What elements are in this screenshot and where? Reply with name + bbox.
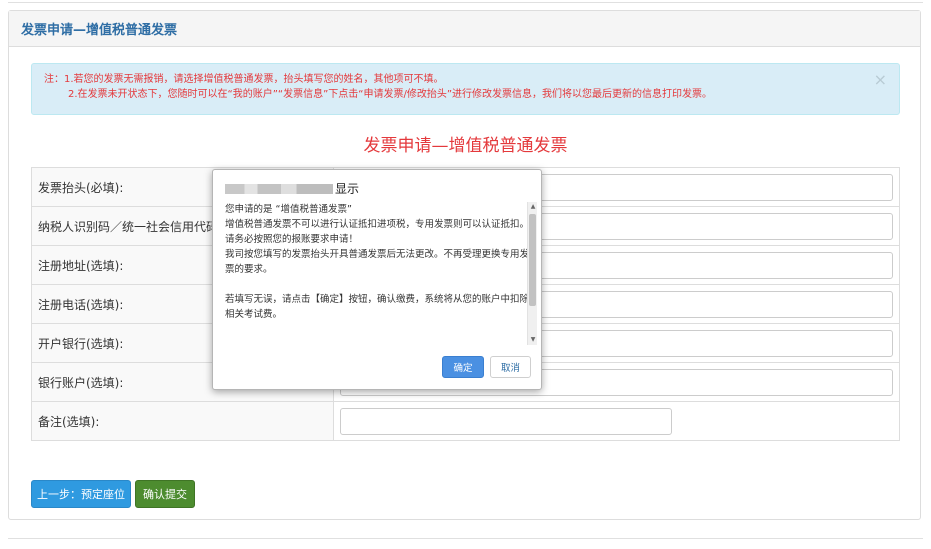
dialog-ok-button[interactable]: 确定 (442, 356, 484, 378)
bottom-divider (8, 538, 923, 539)
dialog-line: 若填写无误，请点击【确定】按钮，确认缴费，系统将从您的账户中扣除相关考试费。 (225, 294, 529, 320)
form-title: 发票申请—增值税普通发票 (363, 136, 568, 156)
scroll-up-arrow-icon[interactable]: ▲ (528, 202, 538, 212)
dialog-line: 增值税普通发票不可以进行认证抵扣进项税，专用发票则可以认证抵扣。 (225, 219, 529, 230)
dialog-cancel-button[interactable]: 取消 (490, 356, 531, 378)
dialog-header: 显示 (225, 180, 359, 197)
blurred-site-origin (225, 183, 333, 194)
close-icon[interactable]: × (874, 72, 887, 88)
field-label: 备注(选填): (31, 401, 334, 441)
panel-title: 发票申请—增值税普通发票 (21, 23, 178, 38)
prev-step-button[interactable]: 上一步：预定座位 (31, 480, 131, 508)
dialog-line-gap (225, 277, 529, 292)
panel-heading: 发票申请—增值税普通发票 (9, 11, 920, 47)
dialog-line: 我司按您填写的发票抬头开具普通发票后无法更改。不再受理更换专用发票的要求。 (225, 249, 529, 275)
dialog-scrollbar[interactable]: ▲ ▼ (527, 202, 537, 345)
notice-alert: 注：1.若您的发票无需报销，请选择增值税普通发票，抬头填写您的姓名，其他项可不填… (31, 63, 900, 115)
dialog-line: 您申请的是 “增值税普通发票” (225, 204, 352, 215)
dialog-message: 您申请的是 “增值税普通发票” 增值税普通发票不可以进行认证抵扣进项税，专用发票… (225, 202, 529, 346)
notice-line-2: 2.在发票未开状态下，您随时可以在“我的账户”“发票信息”下点击“申请发票/修改… (68, 89, 712, 100)
scroll-thumb[interactable] (529, 214, 536, 306)
remark-input[interactable] (340, 407, 672, 435)
top-divider (8, 0, 923, 3)
confirm-dialog: 显示 您申请的是 “增值税普通发票” 增值税普通发票不可以进行认证抵扣进项税，专… (212, 169, 542, 390)
dialog-header-text: 显示 (335, 182, 360, 196)
scroll-down-arrow-icon[interactable]: ▼ (528, 335, 538, 345)
dialog-line: 请务必按照您的报账要求申请！ (225, 234, 359, 245)
notice-line-1: 注：1.若您的发票无需报销，请选择增值税普通发票，抬头填写您的姓名，其他项可不填… (44, 74, 444, 85)
form-row-remark: 备注(选填): (31, 401, 900, 441)
confirm-submit-button[interactable]: 确认提交 (135, 480, 195, 508)
